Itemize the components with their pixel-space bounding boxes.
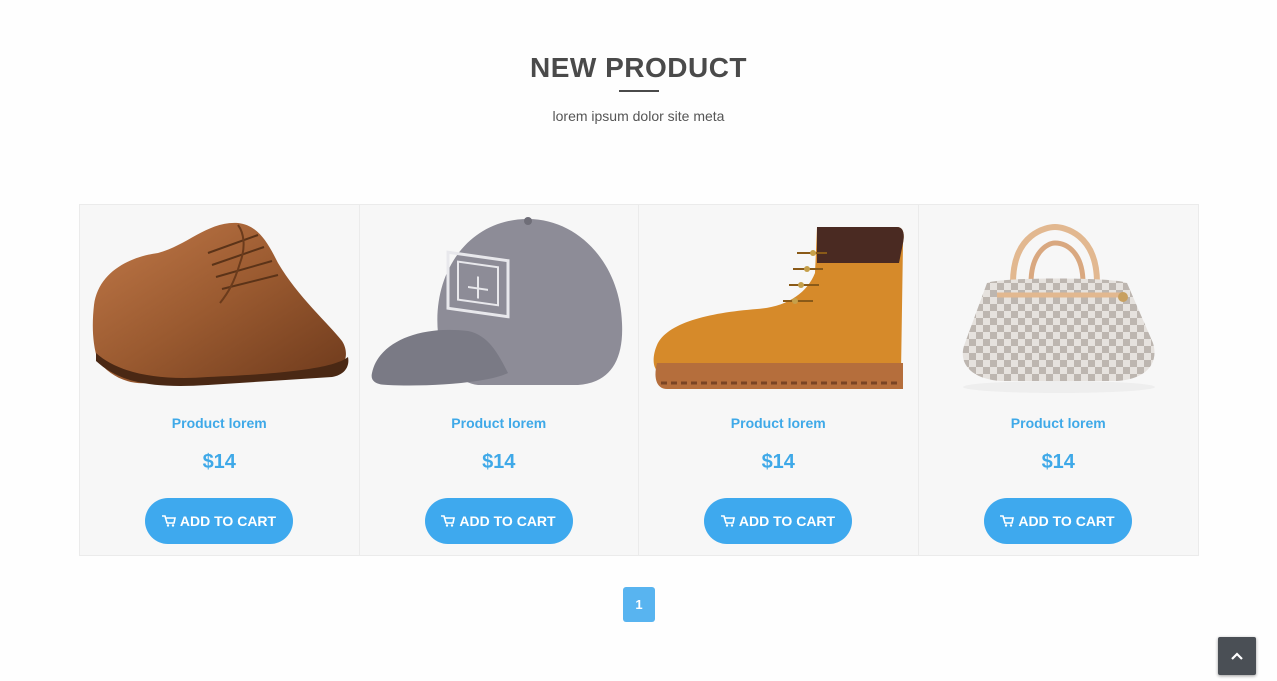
product-price: $14	[761, 451, 795, 473]
product-name[interactable]: Product lorem	[80, 415, 359, 431]
cart-icon	[720, 515, 735, 527]
cart-icon	[441, 515, 456, 527]
section-header: NEW PRODUCT lorem ipsum dolor site meta	[0, 50, 1277, 124]
section-subtitle: lorem ipsum dolor site meta	[552, 108, 725, 124]
product-image-boot[interactable]	[647, 213, 911, 399]
add-to-cart-button[interactable]: ADD TO CART	[704, 498, 852, 544]
add-to-cart-button[interactable]: ADD TO CART	[145, 498, 293, 544]
product-image-handbag[interactable]	[927, 213, 1191, 399]
boot-image	[653, 227, 904, 389]
cart-icon	[1000, 515, 1015, 527]
product-price: $14	[202, 451, 236, 473]
product-price: $14	[1041, 451, 1075, 473]
shoe-image	[92, 222, 349, 386]
add-to-cart-button[interactable]: ADD TO CART	[424, 498, 573, 544]
product-price: $14	[482, 451, 516, 473]
cap-image	[371, 217, 622, 386]
product-name[interactable]: Product lorem	[360, 415, 639, 431]
page: NEW PRODUCT lorem ipsum dolor site meta	[0, 0, 1277, 681]
add-to-cart-label: ADD TO CART	[179, 513, 277, 529]
product-image-cap[interactable]	[368, 213, 632, 399]
product-card: Product lorem $14 ADD TO CART	[919, 205, 1199, 555]
add-to-cart-label: ADD TO CART	[1018, 513, 1115, 529]
add-to-cart-button[interactable]: ADD TO CART	[983, 498, 1132, 544]
product-name[interactable]: Product lorem	[919, 415, 1199, 431]
cart-icon	[161, 515, 176, 527]
title-underline	[618, 90, 659, 92]
back-to-top-button[interactable]	[1218, 637, 1256, 675]
handbag-image	[962, 223, 1155, 393]
product-card: Product lorem $14 ADD TO CART	[639, 205, 919, 555]
chevron-up-icon	[1230, 649, 1244, 664]
product-grid: Product lorem $14 ADD TO CART Product lo…	[79, 204, 1199, 556]
product-card: Product lorem $14 ADD TO CART	[360, 205, 639, 555]
product-image-shoe[interactable]	[88, 213, 352, 399]
product-card: Product lorem $14 ADD TO CART	[80, 205, 360, 555]
section-title: NEW PRODUCT	[529, 52, 748, 83]
pagination: 1	[623, 587, 655, 622]
page-button-current[interactable]: 1	[623, 587, 655, 622]
add-to-cart-label: ADD TO CART	[738, 513, 836, 529]
add-to-cart-label: ADD TO CART	[459, 513, 556, 529]
product-name[interactable]: Product lorem	[639, 415, 918, 431]
